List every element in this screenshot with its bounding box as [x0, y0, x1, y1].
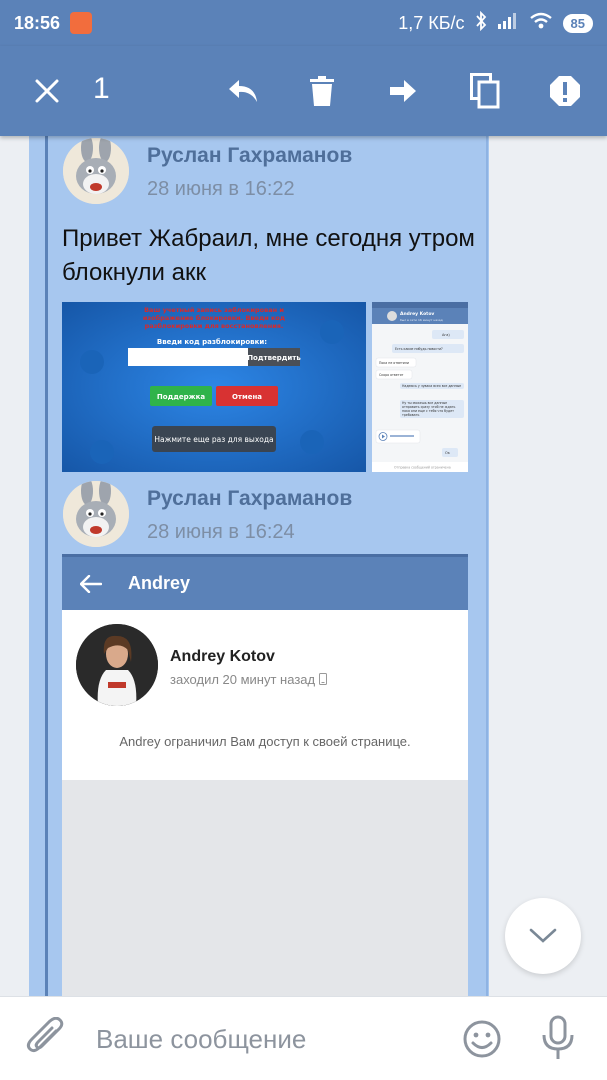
game-code-label: Введи код разблокировки: — [157, 338, 267, 346]
close-icon — [35, 79, 59, 103]
profile-shot-name: Andrey Kotov — [170, 648, 275, 665]
photo-attachment-game[interactable]: Ваш учетный запись заблокирован и изобра… — [62, 302, 366, 472]
chat-shot-bubble: Ага) — [442, 333, 450, 337]
chat-shot-restricted: Отправка сообщений ограничена — [394, 466, 451, 470]
selection-border — [486, 136, 488, 996]
profile-shot-restricted-notice: Andrey ограничил Вам доступ к своей стра… — [119, 734, 411, 749]
status-time: 18:56 — [14, 12, 61, 33]
battery-indicator: 85 — [562, 13, 593, 33]
emoji-button[interactable] — [462, 1019, 502, 1064]
chevron-down-icon — [529, 928, 557, 943]
close-selection-button[interactable] — [17, 46, 77, 136]
author-avatar[interactable] — [63, 138, 129, 204]
game-confirm-label: Подтвердить — [247, 354, 301, 362]
profile-shot-avatar — [76, 624, 158, 706]
profile-shot-header: Andrey — [62, 554, 468, 610]
selected-count: 1 — [93, 72, 110, 105]
report-button[interactable] — [535, 46, 595, 136]
author-avatar[interactable] — [63, 481, 129, 547]
chat-shot-bubble: Ок — [445, 451, 450, 455]
paperclip-icon — [26, 1016, 64, 1053]
game-cancel-label: Отмена — [232, 393, 262, 401]
message-date: 28 июня в 16:24 — [147, 521, 295, 543]
profile-shot-header-title: Andrey — [128, 573, 191, 593]
chat-shot-bubble: Надеюсь у чувака всех все данные — [400, 383, 464, 389]
signal-icon — [497, 12, 519, 35]
mobile-phone-icon — [318, 673, 327, 685]
selection-action-bar: 1 — [0, 46, 607, 136]
game-exit-hint: Нажмите еще раз для выхода — [154, 435, 273, 444]
message-date: 28 июня в 16:22 — [147, 178, 295, 200]
status-indicators: 1,7 КБ/с 85 — [398, 10, 593, 36]
back-arrow-icon — [80, 574, 102, 593]
photo-attachment-chat[interactable]: Andrey Kotov был в сети 16 минут назад А… — [372, 302, 468, 472]
chat-shot-status: был в сети 16 минут назад — [400, 318, 443, 322]
status-bar: 18:56 1,7 КБ/с 85 — [0, 0, 607, 46]
chat-shot-bubble: Ну ты можешь все данные отправить сразу … — [400, 400, 464, 418]
profile-shot-card: Andrey Kotov заходил 20 минут назад Andr… — [62, 610, 468, 780]
game-support-label: Поддержка — [157, 393, 205, 401]
notification-app-icon — [70, 12, 93, 34]
message-author[interactable]: Руслан Гахраманов — [147, 487, 352, 511]
copy-button[interactable] — [455, 46, 515, 136]
message-author[interactable]: Руслан Гахраманов — [147, 144, 352, 168]
chat-shot-contact: Andrey Kotov — [400, 311, 434, 317]
forward-quote-line — [45, 136, 48, 996]
network-speed: 1,7 КБ/с — [398, 12, 465, 33]
microphone-icon — [542, 1015, 574, 1059]
chat-shot-bubble: Есть какие нибудь новости? — [395, 347, 443, 351]
report-icon — [550, 76, 580, 106]
attach-button[interactable] — [26, 1016, 66, 1061]
bluetooth-icon — [475, 10, 487, 36]
chat-history[interactable]: Руслан Гахраманов 28 июня в 16:22 Привет… — [0, 136, 607, 996]
reply-icon — [229, 80, 257, 102]
smile-icon — [463, 1020, 501, 1058]
delete-icon — [310, 76, 334, 106]
reply-button[interactable] — [213, 46, 273, 136]
chat-shot-bubble: Пока не ответили — [379, 361, 409, 365]
game-code-field — [128, 348, 248, 366]
profile-shot-last-seen: заходил 20 минут назад — [170, 672, 327, 687]
wifi-icon — [529, 12, 553, 35]
voice-message-button[interactable] — [540, 1015, 576, 1066]
copy-icon — [470, 73, 500, 109]
chat-shot-bubble: Скоро ответят — [379, 373, 404, 377]
forward-icon — [390, 80, 416, 102]
forward-button[interactable] — [373, 46, 433, 136]
scroll-to-bottom-button[interactable] — [505, 898, 581, 974]
message-composer — [0, 996, 607, 1080]
photo-attachment-profile[interactable]: Andrey Andrey Kotov заходил 20 минут наз… — [62, 554, 468, 996]
game-banner-text: Ваш учетный запись заблокирован и изобра… — [142, 306, 286, 330]
message-text: Привет Жабраил, мне сегодня утром блокну… — [62, 225, 475, 286]
delete-button[interactable] — [292, 46, 352, 136]
profile-shot-last-seen-text: заходил 20 минут назад — [170, 672, 316, 687]
message-input[interactable] — [96, 1019, 436, 1059]
